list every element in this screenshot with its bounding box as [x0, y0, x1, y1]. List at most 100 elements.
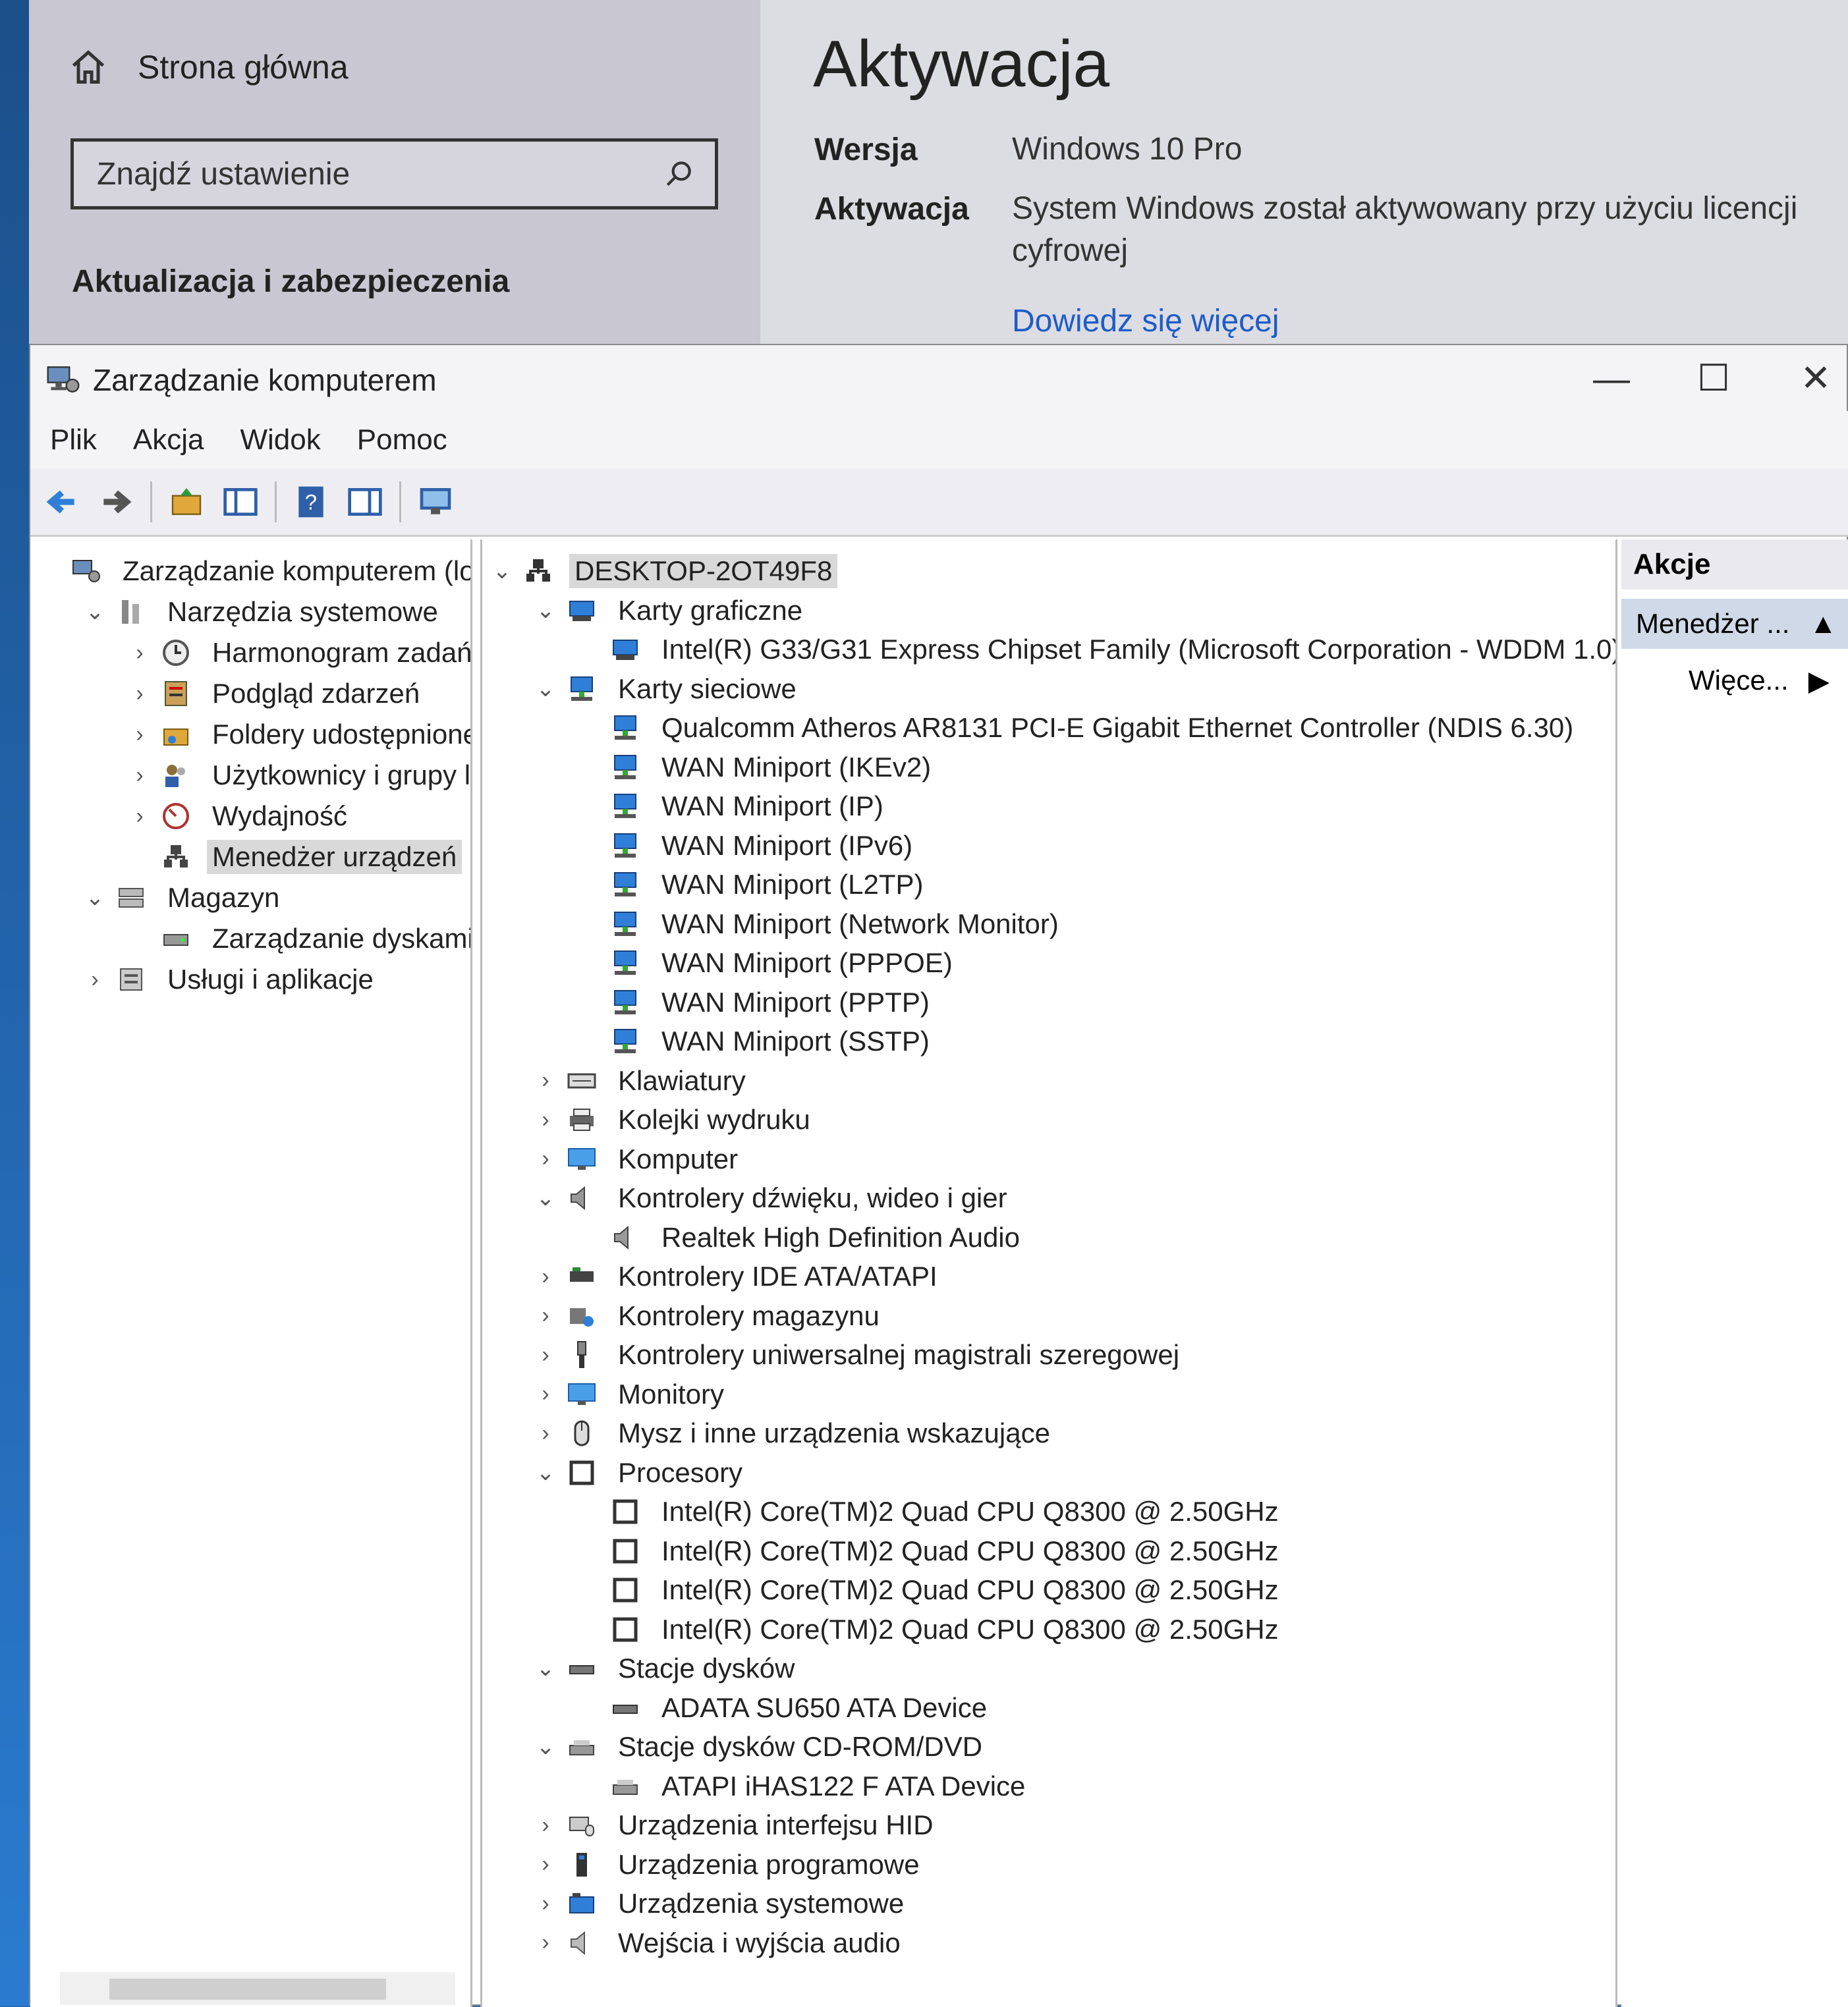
device-tree-item[interactable]: › Kolejki wydruku	[532, 1100, 816, 1140]
maximize-button[interactable]: ☐	[1667, 352, 1760, 404]
chevron-right-icon[interactable]: ›	[532, 1812, 559, 1838]
device-tree-item[interactable]: ATAPI iHAS122 F ATA Device	[576, 1767, 1030, 1806]
chevron-right-icon[interactable]: ›	[126, 640, 153, 666]
device-tree-item[interactable]: ⌄ Stacje dysków CD-ROM/DVD	[532, 1727, 988, 1767]
console-tree-item[interactable]: › Foldery udostępnione	[126, 715, 470, 754]
action-device-manager[interactable]: Menedżer ... ▲	[1621, 599, 1848, 649]
console-tree-item[interactable]: › Harmonogram zadań	[126, 633, 470, 673]
device-tree-item[interactable]: WAN Miniport (IKEv2)	[576, 748, 936, 787]
device-tree-item[interactable]: › Kontrolery IDE ATA/ATAPI	[532, 1257, 943, 1296]
home-icon	[72, 50, 105, 84]
chevron-right-icon[interactable]: ›	[126, 762, 153, 788]
chevron-down-icon[interactable]: ⌄	[532, 1460, 559, 1486]
chevron-right-icon[interactable]: ›	[532, 1303, 559, 1329]
chevron-right-icon[interactable]: ›	[532, 1068, 559, 1094]
minimize-button[interactable]: —	[1565, 352, 1658, 404]
device-tree-item[interactable]: › Wejścia i wyjścia audio	[532, 1923, 906, 1963]
console-tree-item[interactable]: ⌄ Magazyn	[82, 878, 285, 918]
device-tree-item[interactable]: › Urządzenia interfejsu HID	[532, 1805, 939, 1845]
chevron-right-icon[interactable]: ›	[126, 680, 153, 707]
chevron-down-icon[interactable]: ⌄	[532, 1655, 559, 1682]
device-tree-item[interactable]: ⌄ Kontrolery dźwięku, wideo i gier	[532, 1178, 1013, 1218]
chevron-right-icon[interactable]: ›	[532, 1930, 559, 1956]
show-hide-tree-button[interactable]	[221, 482, 260, 522]
device-tree-item[interactable]: Realtek High Definition Audio	[576, 1218, 1025, 1257]
learn-more-link[interactable]: Dowiedz się więcej	[1012, 303, 1279, 339]
console-tree-item[interactable]: › Usługi i aplikacje	[82, 960, 379, 999]
chevron-right-icon[interactable]: ›	[126, 803, 153, 829]
menu-action[interactable]: Akcja	[133, 424, 204, 456]
chevron-right-icon[interactable]: ›	[82, 966, 108, 993]
chevron-down-icon[interactable]: ⌄	[532, 1734, 559, 1760]
device-tree-item[interactable]: › Mysz i inne urządzenia wskazujące	[532, 1414, 1055, 1453]
device-tree-item[interactable]: Qualcomm Atheros AR8131 PCI-E Gigabit Et…	[576, 708, 1579, 748]
home-label: Strona główna	[138, 49, 349, 86]
services-icon	[115, 963, 148, 996]
device-tree-item[interactable]: WAN Miniport (IPv6)	[576, 826, 918, 866]
device-tree-item[interactable]: Intel(R) G33/G31 Express Chipset Family …	[576, 630, 1615, 669]
chevron-right-icon[interactable]: ›	[126, 721, 153, 748]
console-tree-item[interactable]: › Podgląd zdarzeń	[126, 674, 425, 713]
console-tree-item[interactable]: Menedżer urządzeń	[126, 837, 462, 877]
up-button[interactable]	[167, 482, 206, 522]
help-button[interactable]: ?	[291, 482, 331, 522]
menu-help[interactable]: Pomoc	[357, 424, 447, 456]
settings-search-input[interactable]: Znajdź ustawienie	[70, 138, 718, 209]
device-tree-item[interactable]: ⌄ Karty graficzne	[532, 591, 808, 630]
device-tree-item[interactable]: WAN Miniport (Network Monitor)	[576, 904, 1064, 944]
chevron-down-icon[interactable]: ⌄	[532, 597, 559, 624]
chevron-down-icon[interactable]: ⌄	[82, 885, 108, 911]
console-tree-item[interactable]: Zarządzanie dyskami	[126, 919, 470, 958]
chevron-right-icon[interactable]: ›	[532, 1342, 559, 1368]
device-tree-item[interactable]: Intel(R) Core(TM)2 Quad CPU Q8300 @ 2.50…	[576, 1570, 1284, 1610]
chevron-right-icon[interactable]: ›	[532, 1852, 559, 1878]
console-tree-item[interactable]: › Wydajność	[126, 796, 352, 836]
device-tree-item[interactable]: Intel(R) Core(TM)2 Quad CPU Q8300 @ 2.50…	[576, 1610, 1284, 1649]
device-tree-item[interactable]: ⌄ Procesory	[532, 1453, 748, 1493]
device-tree-item[interactable]: › Komputer	[532, 1140, 743, 1179]
home-link[interactable]: Strona główna	[69, 41, 349, 94]
device-tree-item[interactable]: WAN Miniport (PPTP)	[576, 983, 935, 1022]
device-tree-item[interactable]: ⌄ Stacje dysków	[532, 1649, 800, 1688]
chevron-down-icon[interactable]: ⌄	[532, 676, 559, 702]
console-tree-item[interactable]: › Użytkownicy i grupy lokalne	[126, 756, 470, 795]
console-tree-item[interactable]: Zarządzanie komputerem (lokalny)	[37, 551, 470, 591]
properties-button[interactable]	[345, 482, 385, 522]
forward-button[interactable]	[96, 482, 136, 522]
close-button[interactable]: ✕	[1770, 352, 1848, 404]
device-tree-item[interactable]: WAN Miniport (IP)	[576, 786, 889, 826]
menu-view[interactable]: Widok	[240, 424, 321, 456]
chevron-down-icon[interactable]: ⌄	[489, 558, 515, 584]
back-button[interactable]	[42, 482, 82, 522]
device-tree-item[interactable]: ⌄ Karty sieciowe	[532, 669, 802, 709]
device-tree-item[interactable]: WAN Miniport (L2TP)	[576, 865, 929, 904]
device-tree-item[interactable]: WAN Miniport (SSTP)	[576, 1022, 935, 1061]
action-more[interactable]: Więce... ▶	[1621, 655, 1848, 705]
chevron-down-icon[interactable]: ⌄	[532, 1185, 559, 1211]
chevron-right-icon[interactable]: ›	[532, 1146, 559, 1172]
device-tree-item[interactable]: Intel(R) Core(TM)2 Quad CPU Q8300 @ 2.50…	[576, 1492, 1284, 1531]
device-tree-item[interactable]: › Kontrolery uniwersalnej magistrali szer…	[532, 1335, 1185, 1375]
device-tree-item[interactable]: Intel(R) Core(TM)2 Quad CPU Q8300 @ 2.50…	[576, 1531, 1284, 1571]
device-tree-item[interactable]: › Urządzenia systemowe	[532, 1884, 909, 1923]
device-tree-item[interactable]: › Urządzenia programowe	[532, 1845, 925, 1884]
horizontal-scrollbar[interactable]	[60, 1972, 455, 2005]
device-tree-item[interactable]: › Kontrolery magazynu	[532, 1296, 885, 1336]
chevron-right-icon[interactable]: ›	[532, 1107, 559, 1133]
menu-file[interactable]: Plik	[50, 424, 97, 456]
chevron-right-icon[interactable]: ›	[532, 1381, 559, 1408]
monitor-button[interactable]	[416, 482, 455, 522]
chevron-right-icon[interactable]: ›	[532, 1420, 559, 1446]
forward-icon	[103, 490, 132, 514]
console-tree-item[interactable]: ⌄ Narzędzia systemowe	[82, 592, 443, 632]
device-tree-item[interactable]: › Klawiatury	[532, 1061, 751, 1101]
chevron-down-icon[interactable]: ⌄	[82, 599, 108, 625]
chevron-right-icon[interactable]: ›	[532, 1263, 559, 1290]
device-tree-item[interactable]: ADATA SU650 ATA Device	[576, 1688, 992, 1728]
chevron-right-icon[interactable]: ›	[532, 1890, 559, 1917]
device-tree-item[interactable]: › Monitory	[532, 1375, 729, 1414]
scrollbar-thumb[interactable]	[109, 1979, 386, 2000]
title-bar[interactable]: Zarządzanie komputerem — ☐ ✕	[30, 345, 1847, 411]
device-tree-item[interactable]: ⌄ DESKTOP-2OT49F8	[489, 551, 838, 591]
device-tree-item[interactable]: WAN Miniport (PPPOE)	[576, 943, 958, 983]
